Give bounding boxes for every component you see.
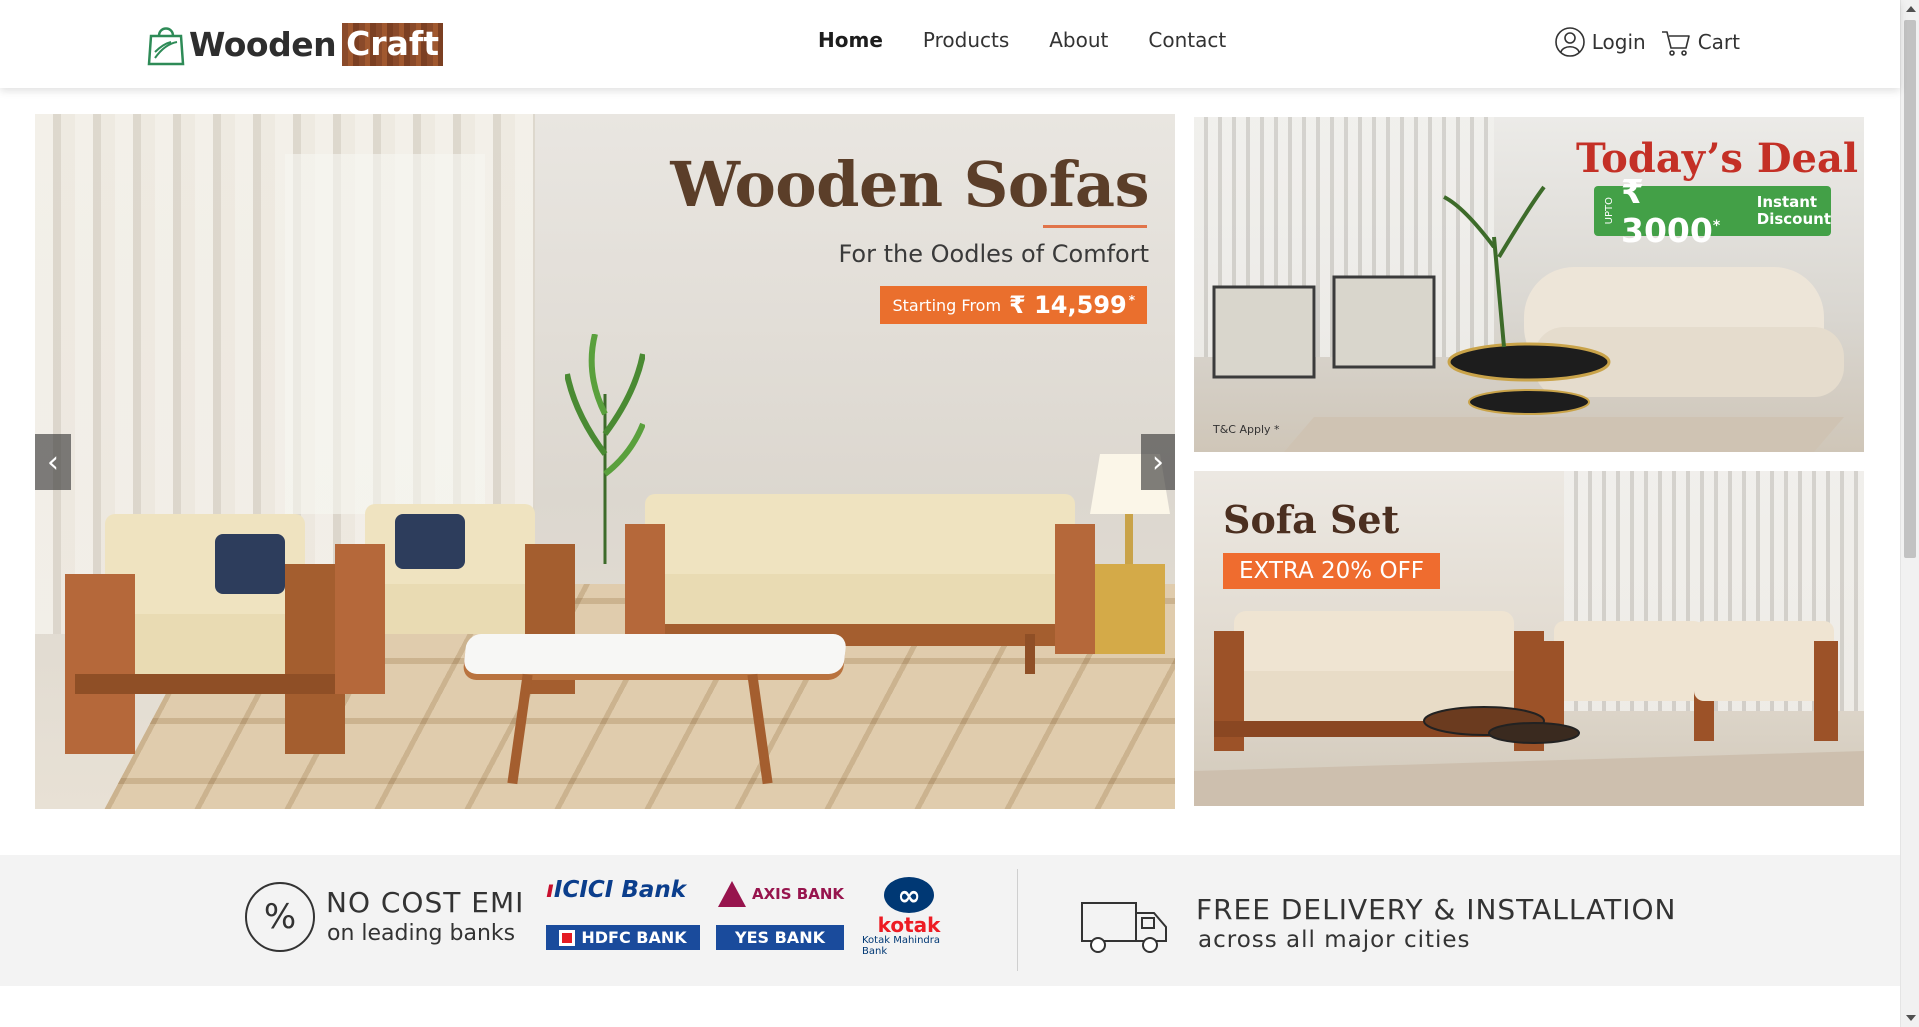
info-divider xyxy=(1017,869,1018,971)
hdfc-mark-icon xyxy=(559,929,576,946)
sofa-set-offer-badge: EXTRA 20% OFF xyxy=(1223,553,1441,589)
cart-label: Cart xyxy=(1697,30,1740,54)
deal-note-line2: Discount xyxy=(1756,210,1831,228)
brand-name-craft: Craft xyxy=(342,22,443,66)
carousel-next-button[interactable]: › xyxy=(1141,434,1175,490)
delivery-subheading: across all major cities xyxy=(1198,927,1471,953)
shopping-bag-logo-icon xyxy=(147,27,185,66)
delivery-heading: FREE DELIVERY & INSTALLATION xyxy=(1196,893,1677,926)
carousel-prev-button[interactable]: ‹ xyxy=(35,434,71,490)
deal-note: Instant Discount xyxy=(1757,194,1831,228)
site-header: Wooden Craft Home Products About Contact… xyxy=(0,0,1900,88)
deal-note-line1: Instant xyxy=(1756,193,1818,211)
truck-icon xyxy=(1081,902,1167,953)
scroll-thumb[interactable] xyxy=(1904,20,1916,558)
user-icon xyxy=(1554,27,1585,57)
kotak-bank-sublabel: Kotak Mahindra Bank xyxy=(862,935,940,957)
deal-amount-value: ₹ 3000 xyxy=(1621,172,1713,250)
percent-icon: % xyxy=(245,882,315,952)
nav-about[interactable]: About xyxy=(1049,28,1108,52)
deal-amount-mark: * xyxy=(1712,218,1721,234)
login-label: Login xyxy=(1591,30,1646,54)
coffee-table xyxy=(462,634,848,674)
deal-upto: UPTO xyxy=(1604,197,1615,225)
price-mark: * xyxy=(1128,293,1135,307)
emi-heading: NO COST EMI xyxy=(326,886,525,919)
icici-bank-logo: ı ICICI Bank xyxy=(546,877,686,903)
cart-icon xyxy=(1661,31,1690,56)
axis-bank-label: AXIS BANK xyxy=(752,885,844,903)
icici-bank-label: ICICI Bank xyxy=(553,877,687,903)
axis-bank-logo: AXIS BANK xyxy=(718,881,844,907)
price-amount: ₹ 14,599 xyxy=(1009,291,1127,319)
main-nav: Home Products About Contact xyxy=(818,28,1226,52)
nav-home[interactable]: Home xyxy=(818,28,883,52)
user-links: Login Cart xyxy=(1554,26,1740,58)
nav-contact[interactable]: Contact xyxy=(1148,28,1226,52)
price-label: Starting From xyxy=(892,295,1002,315)
scroll-up-arrow[interactable] xyxy=(1906,6,1916,12)
kotak-bank-logo: kotak Kotak Mahindra Bank xyxy=(862,877,956,957)
armchair-left xyxy=(65,514,345,754)
window-decoration xyxy=(285,154,485,514)
hdfc-bank-label: HDFC BANK xyxy=(581,928,687,947)
hdfc-bank-logo: HDFC BANK xyxy=(546,925,700,950)
info-strip: % NO COST EMI on leading banks ı ICICI Ba… xyxy=(0,855,1900,986)
emi-subheading: on leading banks xyxy=(327,921,516,946)
icici-mark-icon: ı xyxy=(546,877,554,903)
deal-amount: ₹ 3000* xyxy=(1621,172,1751,250)
sofa-set-title: Sofa Set xyxy=(1223,497,1400,542)
hero-subtitle: For the Oodles of Comfort xyxy=(838,240,1149,268)
deal-discount-pill: UPTO ₹ 3000* Instant Discount xyxy=(1594,172,1831,250)
axis-mark-icon xyxy=(718,881,746,907)
brand-logo[interactable]: Wooden Craft xyxy=(147,20,443,68)
price-value: ₹ 14,599 * xyxy=(1009,291,1135,319)
kotak-bank-label: kotak xyxy=(877,913,941,937)
login-link[interactable]: Login xyxy=(1554,26,1646,58)
todays-deal-banner[interactable]: Today’s Deal UPTO ₹ 3000* Instant Discou… xyxy=(1194,117,1864,452)
armchair-right xyxy=(335,504,575,694)
terms-note: T&C Apply * xyxy=(1213,423,1280,436)
nav-products[interactable]: Products xyxy=(923,28,1009,52)
kotak-mark-icon xyxy=(884,877,934,913)
scroll-down-arrow[interactable] xyxy=(1906,1015,1916,1021)
hero-price-badge: Starting From ₹ 14,599 * xyxy=(880,286,1147,324)
sofa-set-banner[interactable]: Sofa Set EXTRA 20% OFF xyxy=(1194,471,1864,806)
cart-link[interactable]: Cart xyxy=(1660,26,1740,58)
brand-name-wooden: Wooden xyxy=(189,24,337,64)
hero-title-underline xyxy=(1043,225,1147,228)
page-scrollbar[interactable] xyxy=(1900,0,1919,1027)
hero-title: Wooden Sofas xyxy=(670,148,1149,221)
yes-bank-logo: YES BANK xyxy=(716,925,844,950)
hero-carousel[interactable]: Wooden Sofas For the Oodles of Comfort S… xyxy=(35,114,1175,809)
